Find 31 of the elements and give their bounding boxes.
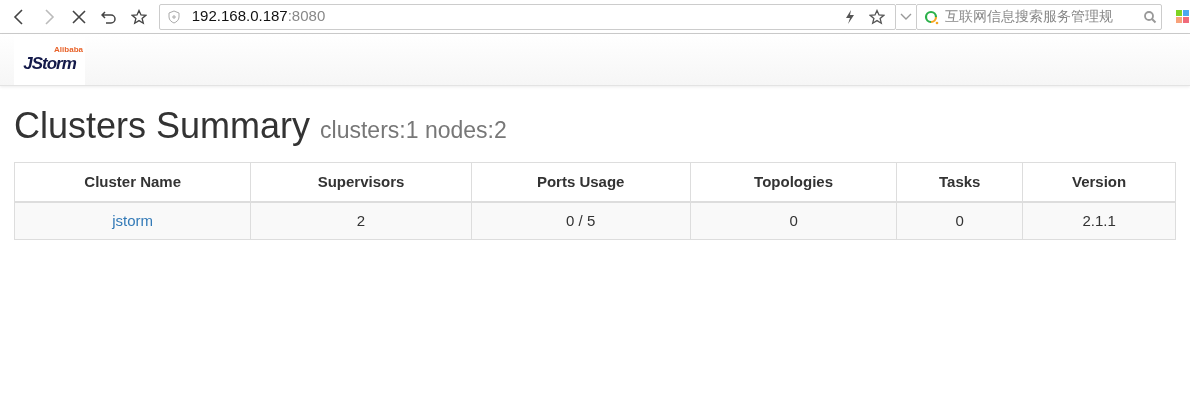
star-icon <box>130 8 147 25</box>
search-input[interactable]: 互联网信息搜索服务管理规 <box>945 6 1142 27</box>
address-bar[interactable]: 192.168.0.187:8080 <box>158 3 896 30</box>
chevron-down-icon <box>900 12 912 21</box>
back-icon <box>11 8 26 25</box>
logo-tag: Alibaba <box>54 45 83 54</box>
address-text: 192.168.0.187:8080 <box>191 6 326 27</box>
cluster-link[interactable]: jstorm <box>14 201 251 240</box>
column-header: Ports Usage <box>471 162 691 202</box>
page-subtitle: clusters:1 nodes:2 <box>320 116 507 145</box>
shield-icon <box>167 9 180 24</box>
table-cell: 0 <box>690 201 897 240</box>
table-cell: 2 <box>250 201 472 240</box>
search-engine-icon <box>923 8 940 25</box>
undo-icon <box>100 8 117 25</box>
search-icon[interactable] <box>1143 9 1158 24</box>
close-icon <box>71 9 86 24</box>
column-header: Tasks <box>896 162 1023 202</box>
column-header: Topologies <box>690 162 897 202</box>
search-field[interactable]: 互联网信息搜索服务管理规 <box>916 3 1163 30</box>
table-cell: 0 / 5 <box>471 201 691 240</box>
page-title: Clusters Summary <box>14 104 311 148</box>
table-cell: 2.1.1 <box>1022 201 1176 240</box>
star-icon[interactable] <box>868 8 885 25</box>
column-header: Version <box>1022 162 1176 202</box>
column-header: Supervisors <box>250 162 472 202</box>
apps-icon[interactable] <box>1176 9 1190 24</box>
logo-text: JStorm <box>23 54 76 74</box>
lightning-icon[interactable] <box>844 9 855 24</box>
column-header: Cluster Name <box>14 162 251 202</box>
table-cell: 0 <box>896 201 1023 240</box>
